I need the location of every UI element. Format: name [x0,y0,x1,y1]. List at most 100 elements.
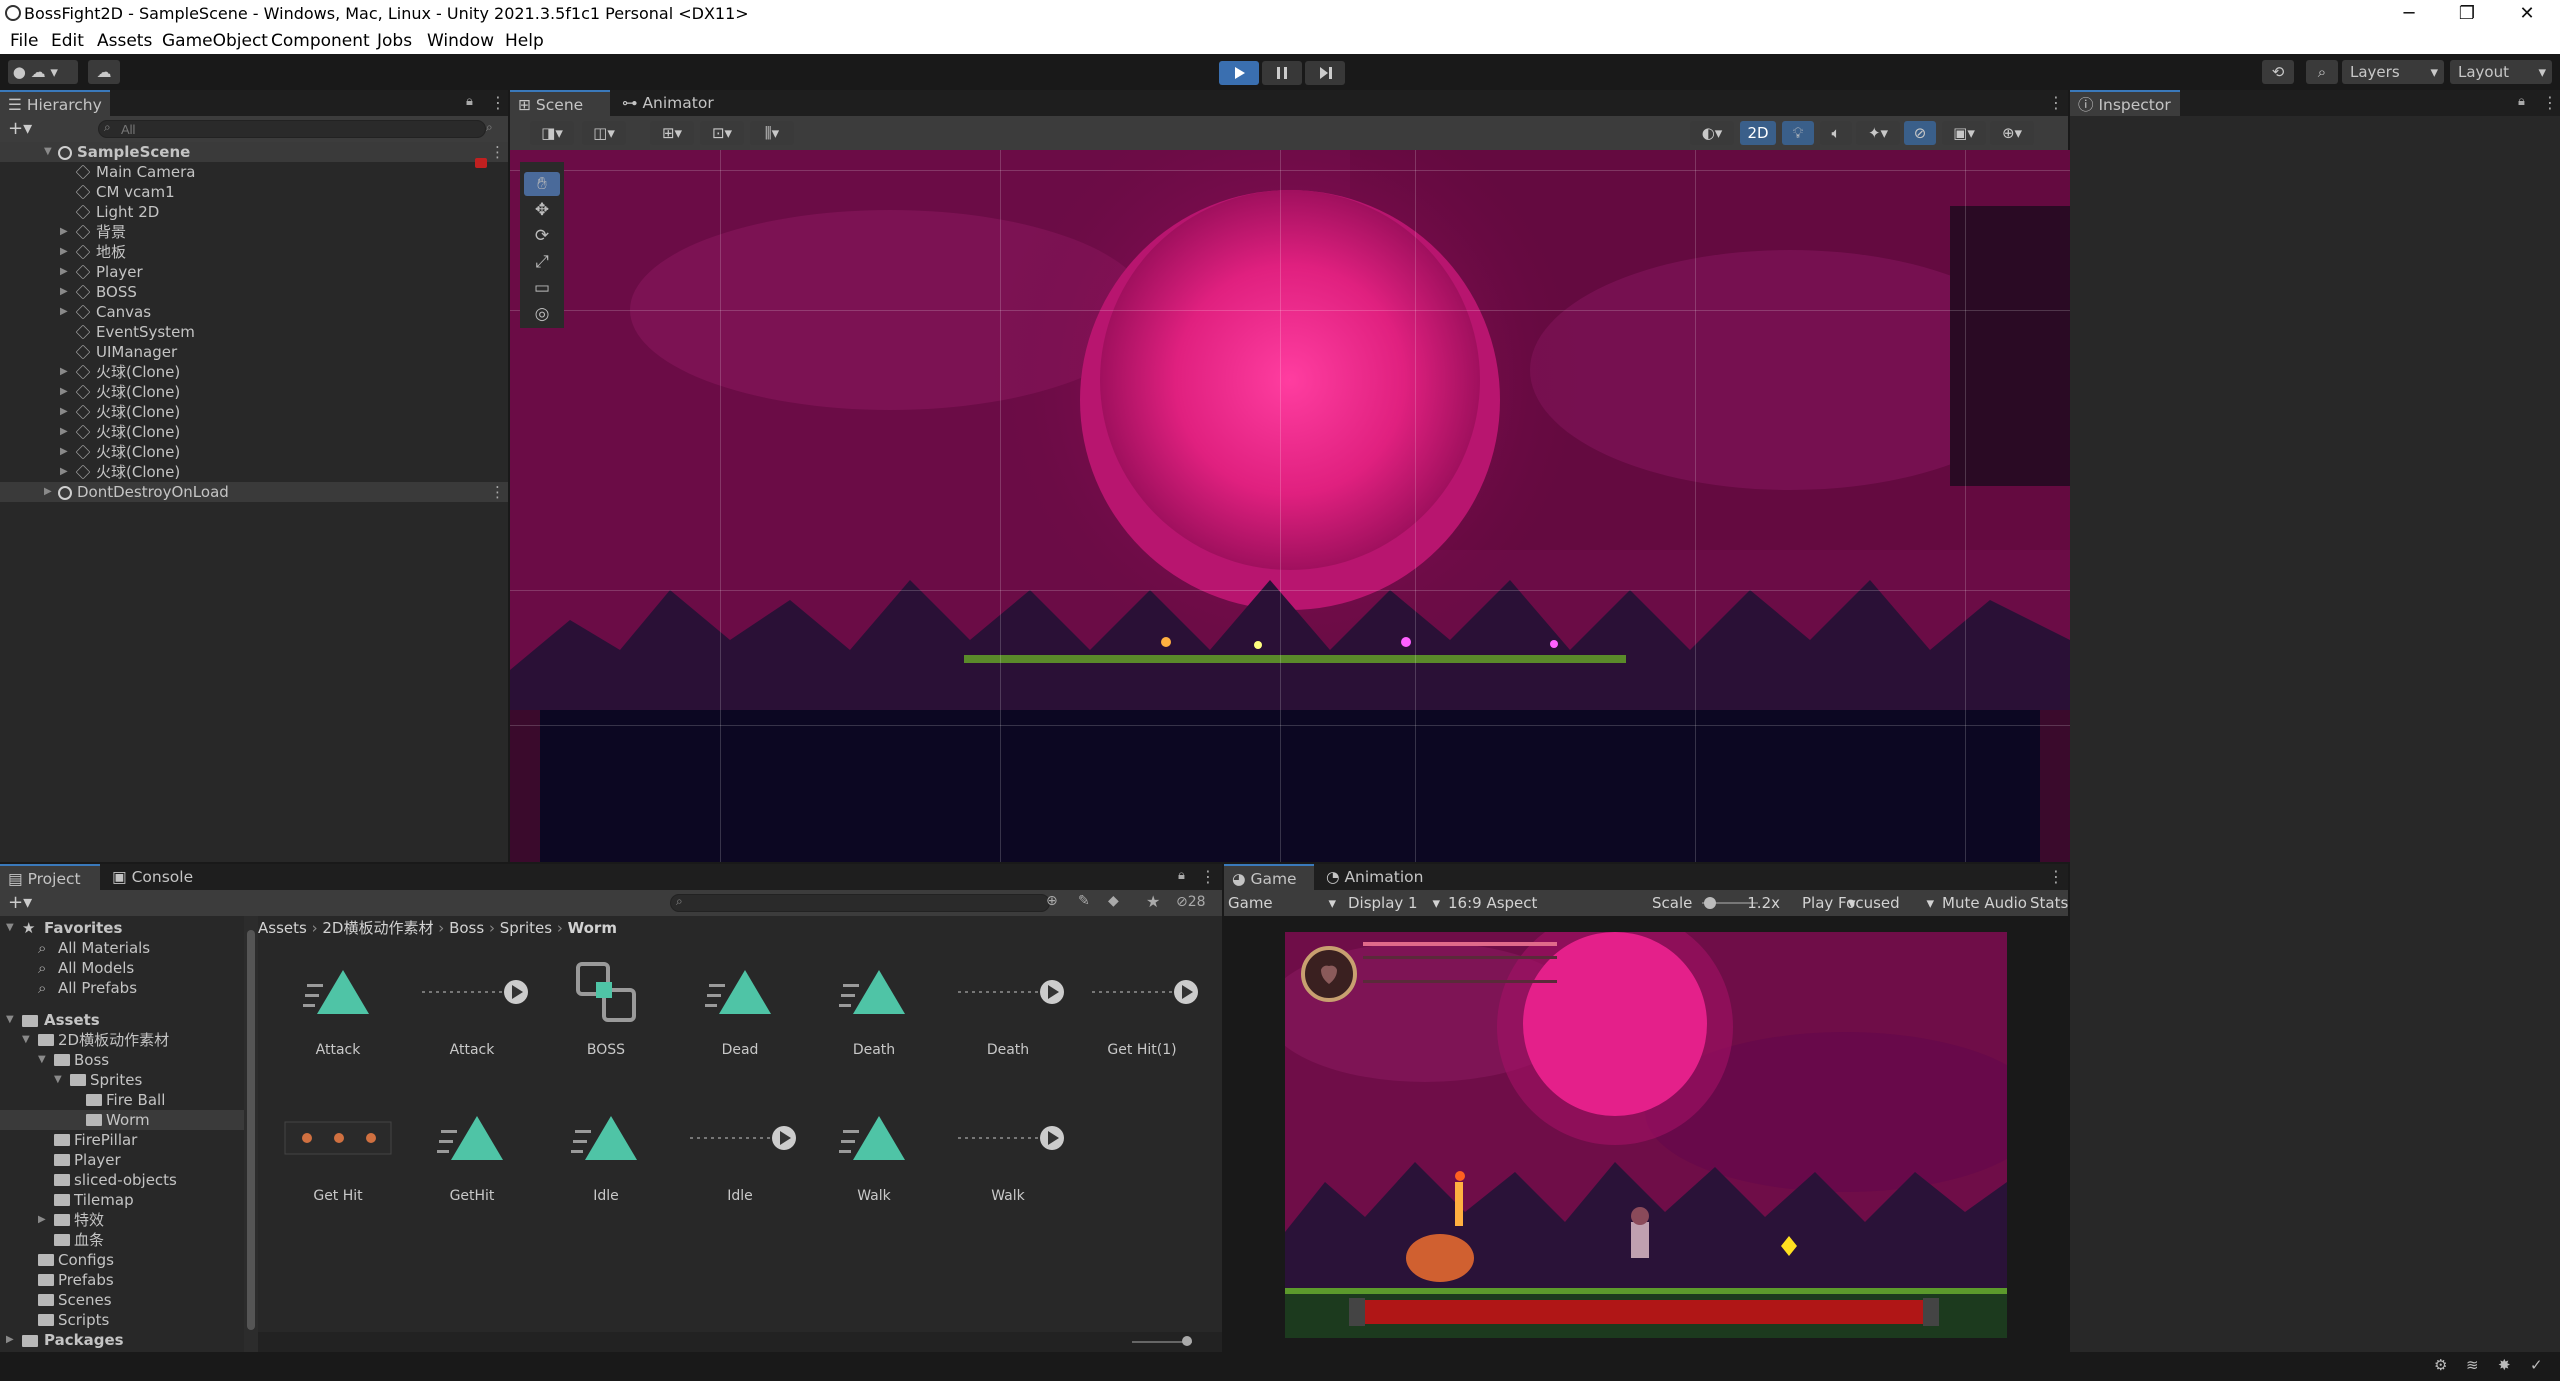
expand-arrow-icon[interactable]: ▶ [60,362,68,382]
label-icon[interactable]: ◆ [1108,893,1119,909]
expand-arrow-icon[interactable]: ▶ [60,442,68,462]
lighting-icon[interactable]: 💡︎ [1782,121,1814,145]
layout-dropdown[interactable]: Layout ▾ [2450,60,2552,84]
play-button[interactable] [1219,61,1259,85]
effects-icon[interactable]: ✦▾ [1856,121,1900,145]
cache-server-icon[interactable]: ≋ [2466,1356,2479,1374]
tab-game[interactable]: ◕ Game [1224,864,1314,890]
menu-component[interactable]: Component [271,31,370,51]
tab-animation[interactable]: ◔ Animation [1318,864,1438,890]
display-dropdown[interactable]: Display 1 ▾ [1348,890,1444,916]
hidden-objects-icon[interactable]: ⊘ [1904,121,1936,145]
favorites-row[interactable]: ▼ ★ Favorites [0,918,246,938]
asset-item[interactable]: Death [948,952,1068,1072]
project-tree-item[interactable]: Fire Ball [0,1090,244,1110]
hierarchy-item[interactable]: ▶ 火球(Clone) [0,362,508,382]
menu-jobs[interactable]: Jobs [377,31,412,51]
hidden-packages-count[interactable]: ⊘28 [1176,894,1206,910]
pause-button[interactable] [1262,61,1302,85]
favorite-item[interactable]: ⌕ All Models [0,958,246,978]
icon-size-slider-thumb[interactable] [1182,1336,1192,1346]
history-icon[interactable]: ⟲ [2262,60,2294,84]
asset-item[interactable]: Attack [278,952,398,1072]
menu-edit[interactable]: Edit [51,31,84,51]
asset-item[interactable]: Death [814,952,934,1072]
play-focused-dropdown[interactable]: Play Focused ▾ [1802,890,1938,916]
favorite-item[interactable]: ⌕ All Materials [0,938,246,958]
breadcrumb-folder[interactable]: 2D横板动作素材 [322,919,433,937]
scene-kebab-icon[interactable]: ⋮ [2048,93,2064,112]
breadcrumb-assets[interactable]: Assets [258,919,307,937]
grid-visibility-icon[interactable]: ⊡▾ [700,121,744,145]
project-tree-item[interactable]: Player [0,1150,244,1170]
hierarchy-dontdestroy-row[interactable]: ▶ DontDestroyOnLoad ⋮ [0,482,508,502]
scale-tool-icon[interactable]: ⤢ [524,250,560,274]
expand-arrow-icon[interactable]: ▶ [60,382,68,402]
asset-item[interactable]: Idle [680,1098,800,1218]
layers-dropdown[interactable]: Layers ▾ [2342,60,2444,84]
expand-arrow-icon[interactable]: ▶ [60,402,68,422]
expand-arrow-icon[interactable]: ▶ [38,1210,46,1230]
favorite-item[interactable]: ⌕ All Prefabs [0,978,246,998]
inspector-lock-icon[interactable]: 🔒︎ [2518,94,2525,109]
search-by-type-icon[interactable]: ⊕ [1046,893,1058,909]
hierarchy-scene-row[interactable]: ▼ SampleScene ⋮ [0,142,508,162]
expand-arrow-icon[interactable]: ▶ [60,422,68,442]
project-tree-item[interactable]: ▶ 特效 [0,1210,244,1230]
kebab-menu-icon[interactable]: ⋮ [490,93,506,112]
mute-audio-toggle[interactable]: Mute Audio [1942,890,2027,916]
hand-tool-icon[interactable]: ✋︎ [524,172,560,196]
expand-arrow-icon[interactable]: ▼ [22,1030,30,1050]
tab-scene[interactable]: ⊞ Scene [510,90,610,116]
hierarchy-search-input[interactable] [98,120,486,138]
hierarchy-item[interactable]: ▶ BOSS [0,282,508,302]
hierarchy-item[interactable]: ▶ 火球(Clone) [0,402,508,422]
project-kebab-icon[interactable]: ⋮ [1200,867,1216,886]
hierarchy-item[interactable]: Main Camera [0,162,508,182]
expand-arrow-icon[interactable]: ▼ [38,1050,46,1070]
draw-mode-icon[interactable]: ◨▾ [530,121,574,145]
hierarchy-item[interactable]: ▶ Canvas [0,302,508,322]
create-plus-icon[interactable]: +▾ [8,118,32,139]
project-search-input[interactable] [670,894,1050,912]
camera-icon[interactable]: ▣▾ [1942,121,1986,145]
expand-arrow-icon[interactable]: ▶ [60,242,68,262]
tab-project[interactable]: ▤ Project [0,864,100,890]
maximize-icon[interactable]: ❐ [2438,0,2496,28]
tab-console[interactable]: ▣ Console [104,864,204,890]
expand-arrow-icon[interactable]: ▶ [60,262,68,282]
project-tree-item[interactable]: Prefabs [0,1270,244,1290]
breadcrumb-worm[interactable]: Worm [568,919,617,937]
cloud-icon[interactable]: ☁ [88,60,120,84]
assets-root-row[interactable]: ▼ Assets [0,1010,246,1030]
asset-item[interactable]: Get Hit(1) [1082,952,1202,1072]
asset-item[interactable]: Walk [814,1098,934,1218]
expand-arrow-icon[interactable]: ▶ [60,302,68,322]
menu-file[interactable]: File [10,31,38,51]
project-tree-item[interactable]: Scenes [0,1290,244,1310]
close-icon[interactable]: ✕ [2498,0,2556,28]
breadcrumb-sprites[interactable]: Sprites [500,919,552,937]
project-tree-item[interactable]: Worm [0,1110,244,1130]
scale-slider-thumb[interactable] [1704,897,1716,909]
asset-item[interactable]: Attack [412,952,532,1072]
hierarchy-item[interactable]: ▶ Player [0,262,508,282]
tree-scrollbar[interactable] [244,916,258,1352]
rotate-tool-icon[interactable]: ⟳ [524,224,560,248]
project-tree-item[interactable]: Configs [0,1250,244,1270]
2d-toggle-button[interactable]: 2D [1740,121,1776,145]
game-mode-dropdown[interactable]: Game ▾ [1228,890,1340,916]
pivot-icon[interactable]: ◫▾ [582,121,626,145]
auto-generate-lighting-icon[interactable]: ✸ [2498,1356,2511,1374]
hierarchy-item[interactable]: EventSystem [0,322,508,342]
debug-mode-icon[interactable]: ⚙︎ [2434,1356,2447,1374]
game-kebab-icon[interactable]: ⋮ [2048,867,2064,886]
scene-menu-icon[interactable]: ⋮ [490,142,505,162]
transform-tool-icon[interactable]: ◎ [524,302,560,326]
menu-assets[interactable]: Assets [97,31,152,51]
hierarchy-item[interactable]: Light 2D [0,202,508,222]
asset-item[interactable]: Get Hit [278,1098,398,1218]
asset-item[interactable]: Idle [546,1098,666,1218]
dontdestroy-menu-icon[interactable]: ⋮ [490,482,505,502]
rect-tool-icon[interactable]: ▭ [524,276,560,300]
